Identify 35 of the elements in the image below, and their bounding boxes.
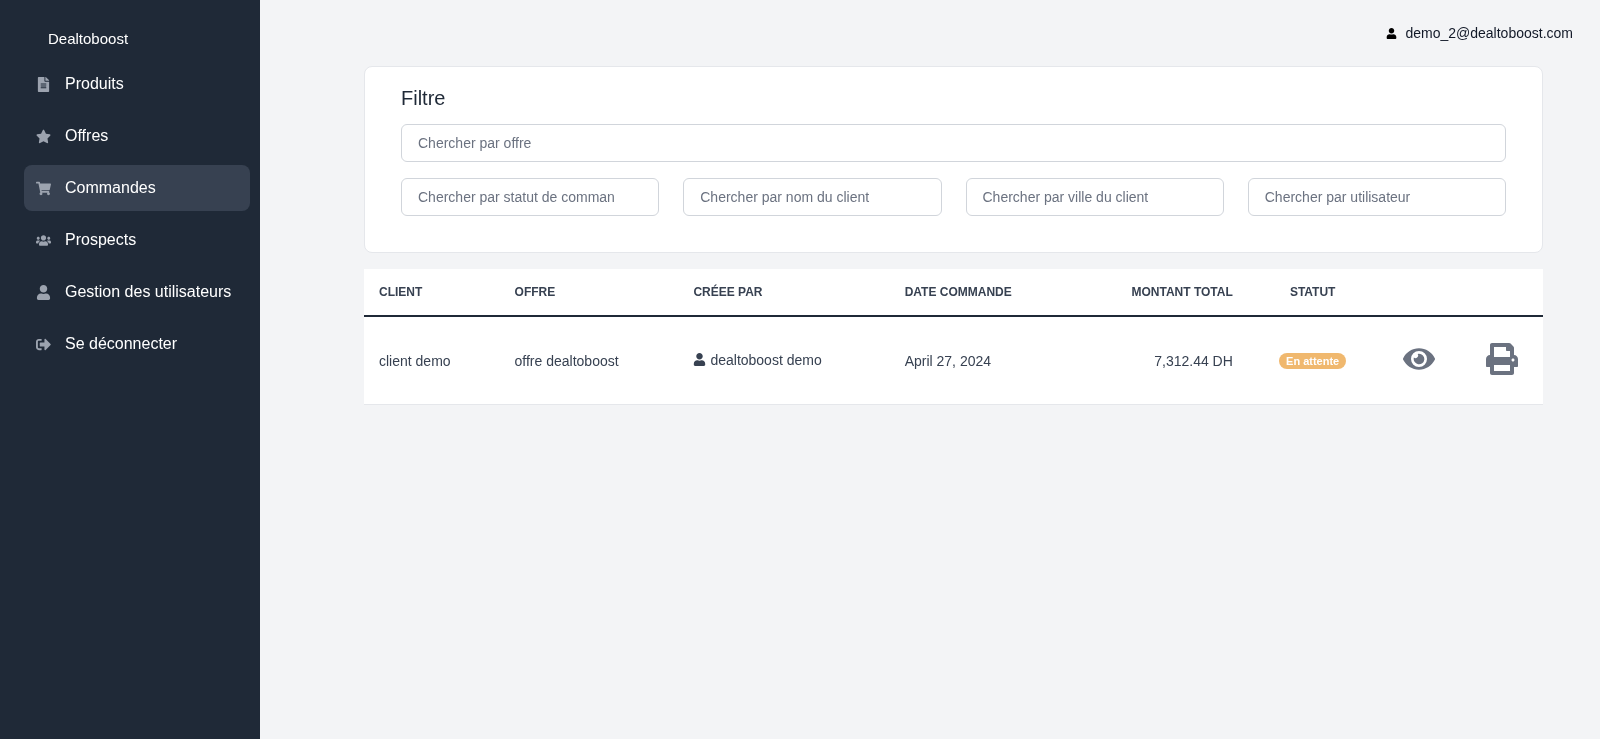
- search-field[interactable]: Chercher par utilisateur: [1247, 178, 1506, 216]
- filter-title: Filtre: [401, 87, 447, 110]
- search-field[interactable]: Chercher par nom du client: [683, 178, 942, 216]
- user-icon: [1386, 27, 1398, 39]
- user-email: demo_2@dealtoboost.com: [1405, 25, 1573, 41]
- sidebar-item[interactable]: Gestion des utilisateurs: [24, 269, 250, 315]
- table-cell: April 27, 2024: [889, 316, 1073, 405]
- sidebar-item[interactable]: Commandes: [24, 165, 250, 211]
- column-header: CLIENT: [364, 269, 500, 316]
- sign-out-icon: [36, 336, 51, 352]
- print-button[interactable]: [1485, 343, 1518, 375]
- cart-icon: [36, 180, 51, 196]
- people-icon: [36, 232, 51, 248]
- user-icon: [693, 353, 707, 367]
- column-header: MONTANT TOTAL: [1072, 269, 1248, 316]
- document-icon: [36, 76, 51, 92]
- column-header: OFFRE: [499, 269, 679, 316]
- sidebar-item[interactable]: Prospects: [24, 217, 250, 263]
- table-cell: offre dealtoboost: [499, 316, 679, 405]
- column-header: CRÉEE PAR: [678, 269, 890, 316]
- user-icon: [36, 284, 51, 300]
- search-field[interactable]: Chercher par statut de comman: [401, 178, 660, 216]
- search-field[interactable]: Chercher par offre: [401, 124, 1506, 162]
- table-cell: 7,312.44 DH: [1072, 316, 1248, 405]
- search-field[interactable]: Chercher par ville du client: [965, 178, 1224, 216]
- table-cell: client demo: [364, 316, 500, 405]
- status-badge: En attente: [1279, 353, 1347, 369]
- sidebar-item[interactable]: Produits: [24, 61, 250, 107]
- sidebar-item[interactable]: Offres: [24, 113, 250, 159]
- column-header: DATE COMMANDE: [889, 269, 1073, 316]
- column-header: STATUT: [1247, 269, 1378, 316]
- brand-name: Dealtoboost: [47, 30, 130, 49]
- star-icon: [36, 128, 51, 144]
- creator-name: dealtoboost demo: [710, 351, 822, 368]
- sidebar-item[interactable]: Se déconnecter: [24, 321, 250, 367]
